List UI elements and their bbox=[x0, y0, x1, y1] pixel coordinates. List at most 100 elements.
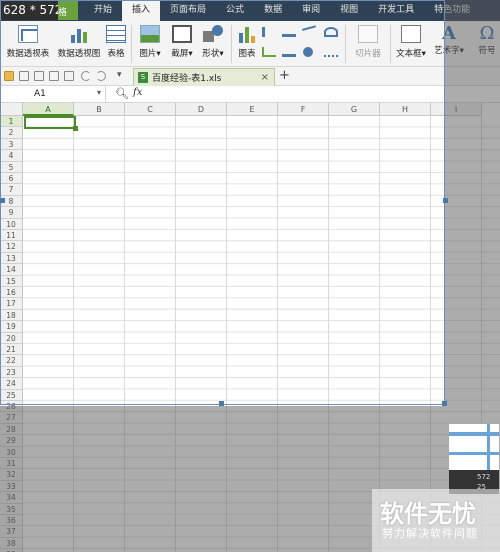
save-icon[interactable] bbox=[19, 71, 29, 81]
menu-item-7[interactable]: 开发工具 bbox=[368, 0, 424, 21]
pivot-chart-icon bbox=[69, 25, 89, 43]
active-cell-cursor[interactable] bbox=[24, 116, 78, 131]
slicer-icon bbox=[358, 25, 378, 43]
row-header[interactable]: 12 bbox=[0, 241, 23, 253]
row-header[interactable]: 16 bbox=[0, 287, 23, 299]
shapes-button[interactable]: 形状▾ bbox=[199, 23, 227, 59]
screenshot-button[interactable]: 截屏▾ bbox=[168, 23, 196, 59]
row-header[interactable]: 3 bbox=[0, 138, 23, 151]
row-header[interactable]: 5 bbox=[0, 161, 23, 173]
name-box-dropdown-icon[interactable]: ▾ bbox=[97, 88, 101, 97]
ribbon-divider bbox=[390, 25, 391, 63]
slicer-label: 切片器 bbox=[355, 49, 381, 59]
column-header[interactable]: C bbox=[125, 103, 176, 116]
column-header[interactable]: A bbox=[23, 103, 74, 116]
resize-handle[interactable] bbox=[442, 401, 447, 406]
resize-handle[interactable] bbox=[219, 401, 224, 406]
column-header[interactable]: F bbox=[278, 103, 329, 116]
customize-dropdown-icon[interactable]: ▾ bbox=[117, 70, 122, 80]
row-header[interactable]: 10 bbox=[0, 218, 23, 230]
row-header[interactable]: 7 bbox=[0, 184, 23, 196]
row-header[interactable]: 14 bbox=[0, 264, 23, 276]
row-header[interactable]: 17 bbox=[0, 298, 23, 310]
print-icon[interactable] bbox=[49, 71, 59, 81]
column-header[interactable]: G bbox=[329, 103, 380, 116]
name-box[interactable]: A1 ▾ bbox=[0, 86, 106, 102]
chart-button[interactable]: 图表 bbox=[236, 23, 258, 59]
resize-handle[interactable] bbox=[443, 198, 448, 203]
line-chart-icon[interactable] bbox=[301, 25, 319, 39]
new-tab-icon[interactable]: + bbox=[279, 68, 290, 83]
row-header[interactable]: 21 bbox=[0, 344, 23, 356]
screenshot-label: 截屏▾ bbox=[171, 49, 193, 59]
slicer-button[interactable]: 切片器 bbox=[351, 23, 385, 59]
row-header[interactable]: 9 bbox=[0, 207, 23, 219]
textbox-icon bbox=[401, 25, 421, 43]
select-all-corner[interactable] bbox=[0, 103, 23, 116]
redo-icon[interactable] bbox=[96, 71, 106, 81]
menu-items: 开始插入页面布局公式数据审阅视图开发工具特色功能 bbox=[84, 0, 480, 21]
menu-item-5[interactable]: 审阅 bbox=[292, 0, 330, 21]
row-header[interactable]: 15 bbox=[0, 275, 23, 287]
resize-handle[interactable] bbox=[0, 198, 5, 203]
print-preview-icon[interactable] bbox=[64, 71, 74, 81]
ribbon-divider bbox=[345, 25, 346, 63]
menu-item-1[interactable]: 插入 bbox=[122, 0, 161, 21]
area-chart-icon[interactable] bbox=[324, 27, 338, 37]
name-box-value: A1 bbox=[34, 89, 46, 99]
row-header[interactable]: 2 bbox=[0, 127, 23, 139]
menu-item-6[interactable]: 视图 bbox=[330, 0, 368, 21]
column-header[interactable]: B bbox=[74, 103, 125, 116]
function-icon[interactable]: fx bbox=[133, 87, 142, 98]
capture-dim-overlay-right bbox=[444, 0, 500, 406]
pivot-table-button[interactable]: 数据透视表 bbox=[4, 23, 52, 59]
export-icon[interactable] bbox=[34, 71, 44, 81]
tab-close-icon[interactable]: × bbox=[261, 72, 269, 83]
watermark-logo: 软件无忧 bbox=[380, 500, 476, 528]
column-header[interactable]: D bbox=[176, 103, 227, 116]
column-header[interactable]: H bbox=[380, 103, 431, 116]
row-header[interactable]: 4 bbox=[0, 150, 23, 162]
column-header[interactable]: E bbox=[227, 103, 278, 116]
pivot-table-label: 数据透视表 bbox=[6, 49, 50, 59]
row-header[interactable]: 6 bbox=[0, 173, 23, 185]
quick-access-bar: ▾ S 百度经验-表1.xls × + bbox=[0, 67, 500, 86]
pie-chart-icon[interactable] bbox=[303, 47, 313, 57]
column-chart-icon[interactable] bbox=[262, 27, 276, 37]
menu-item-3[interactable]: 公式 bbox=[216, 0, 254, 21]
bar-chart-icon[interactable] bbox=[282, 47, 296, 57]
menu-item-0[interactable]: 开始 bbox=[84, 0, 122, 21]
row-header[interactable]: 25 bbox=[0, 389, 23, 401]
formula-bar: A1 ▾ 🔍︎ fx bbox=[0, 86, 500, 103]
row-header[interactable]: 13 bbox=[0, 252, 23, 265]
row-header[interactable]: 19 bbox=[0, 321, 23, 333]
preview-line bbox=[449, 452, 499, 455]
row-header[interactable]: 20 bbox=[0, 332, 23, 344]
undo-icon[interactable] bbox=[81, 71, 91, 81]
row-header[interactable]: 18 bbox=[0, 309, 23, 322]
tab-workbook[interactable]: S 百度经验-表1.xls × bbox=[133, 68, 275, 86]
row-header[interactable]: 11 bbox=[0, 230, 23, 242]
picture-button[interactable]: 图片▾ bbox=[136, 23, 164, 59]
magnifier-icon[interactable]: 🔍︎ bbox=[115, 87, 129, 100]
preview-line bbox=[449, 432, 499, 436]
row-header[interactable]: 24 bbox=[0, 378, 23, 390]
chart-icon bbox=[237, 25, 257, 43]
watermark-subtitle: 努力解决软件问题 bbox=[382, 527, 478, 540]
scatter-chart-icon[interactable] bbox=[324, 47, 338, 57]
open-icon[interactable] bbox=[4, 71, 14, 81]
menu-item-4[interactable]: 数据 bbox=[254, 0, 292, 21]
row-header[interactable]: 22 bbox=[0, 355, 23, 367]
table-button[interactable]: 表格 bbox=[104, 23, 128, 59]
bar-chart-icon[interactable] bbox=[282, 27, 296, 37]
ribbon: 数据透视表 数据透视图 表格 图片▾ 截屏▾ 形状▾ 图表 切片器 文本框▾ bbox=[0, 21, 500, 67]
row-header[interactable]: 23 bbox=[0, 366, 23, 379]
textbox-button[interactable]: 文本框▾ bbox=[394, 23, 428, 59]
textbox-label: 文本框▾ bbox=[396, 49, 426, 59]
shapes-label: 形状▾ bbox=[202, 49, 224, 59]
pivot-chart-button[interactable]: 数据透视图 bbox=[55, 23, 103, 59]
stock-chart-icon[interactable] bbox=[262, 47, 276, 57]
menu-item-2[interactable]: 页面布局 bbox=[160, 0, 216, 21]
capture-size-suffix: 格 bbox=[58, 1, 78, 20]
row-header[interactable]: 1 bbox=[0, 116, 23, 128]
